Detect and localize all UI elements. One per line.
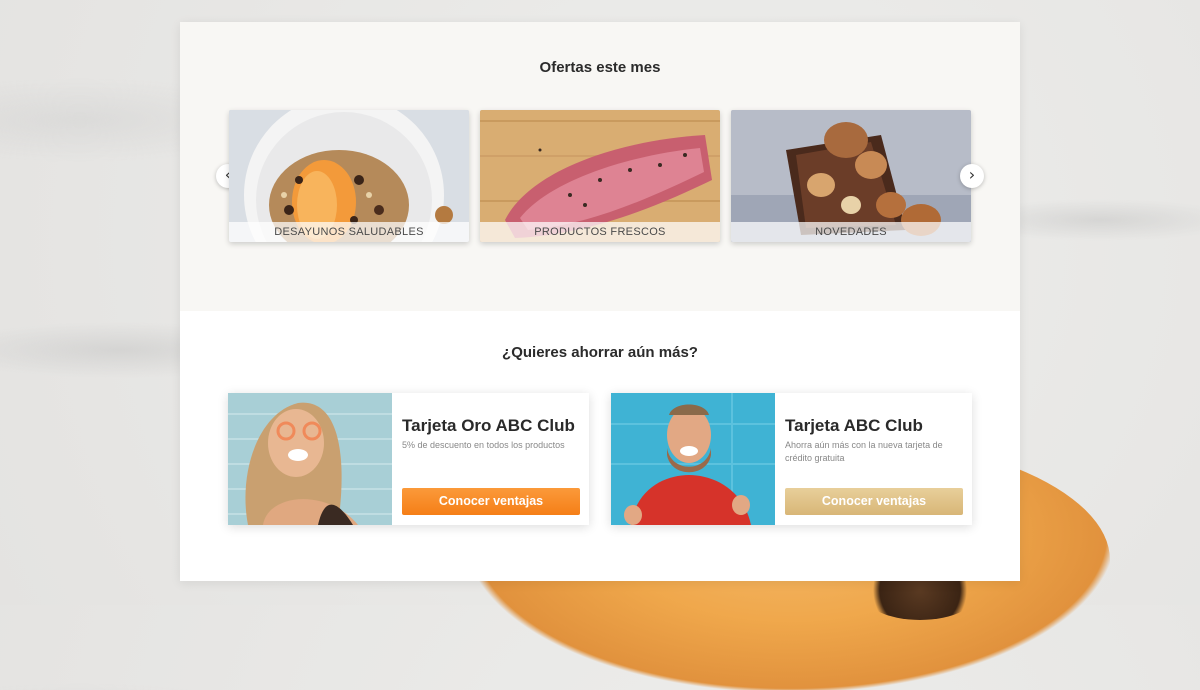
main-content-panel: Ofertas este mes ‹ DESAYUNOS SALUDABLES … — [180, 22, 1020, 581]
offer-tile-productos-frescos[interactable]: PRODUCTOS FRESCOS — [480, 110, 720, 242]
promo-card-oro: Tarjeta Oro ABC Club 5% de descuento en … — [228, 393, 589, 525]
conocer-ventajas-button[interactable]: Conocer ventajas — [402, 488, 580, 515]
conocer-ventajas-button[interactable]: Conocer ventajas — [785, 488, 963, 515]
promo-card-abc: Tarjeta ABC Club Ahorra aún más con la n… — [611, 393, 972, 525]
offers-section: Ofertas este mes ‹ DESAYUNOS SALUDABLES … — [180, 22, 1020, 311]
promo-card-title: Tarjeta Oro ABC Club — [402, 416, 575, 435]
offer-tile-label: DESAYUNOS SALUDABLES — [229, 222, 469, 242]
promo-card-description: Ahorra aún más con la nueva tarjeta de c… — [785, 440, 943, 463]
savings-title: ¿Quieres ahorrar aún más? — [502, 344, 698, 361]
offer-tile-desayunos[interactable]: DESAYUNOS SALUDABLES — [229, 110, 469, 242]
offers-title: Ofertas este mes — [539, 59, 661, 76]
offer-tile-novedades[interactable]: NOVEDADES — [731, 110, 971, 242]
carousel-next-button[interactable]: › — [960, 164, 984, 188]
offer-tile-label: NOVEDADES — [731, 222, 971, 242]
promo-woman-photo — [228, 393, 392, 525]
promo-man-photo — [611, 393, 775, 525]
promo-card-title: Tarjeta ABC Club — [785, 416, 923, 435]
chevron-right-icon: › — [968, 165, 976, 184]
promo-card-description: 5% de descuento en todos los productos — [402, 440, 565, 450]
offer-tile-label: PRODUCTOS FRESCOS — [480, 222, 720, 242]
